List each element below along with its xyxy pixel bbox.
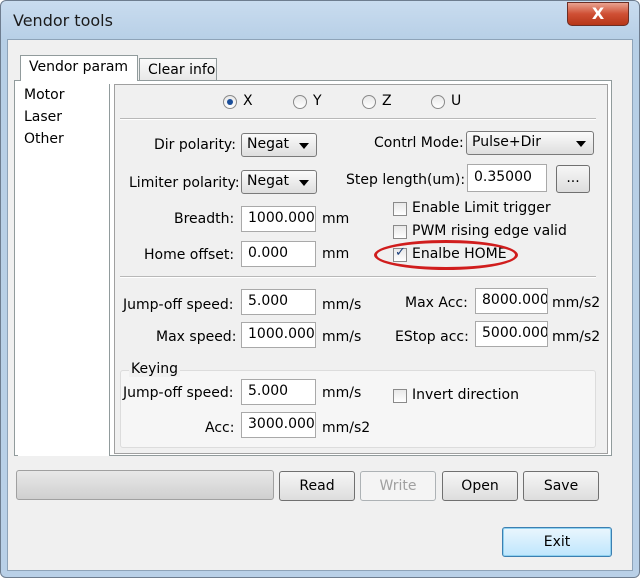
list-item-motor[interactable]: Motor bbox=[18, 84, 109, 106]
control-mode-label: Contrl Mode: bbox=[374, 135, 464, 151]
dir-polarity-value: Negat bbox=[247, 136, 290, 152]
dir-polarity-label: Dir polarity: bbox=[154, 137, 236, 153]
enable-limit-trigger-checkbox[interactable] bbox=[393, 202, 407, 216]
keying-acc-input[interactable]: 3000.000 bbox=[241, 412, 316, 438]
axis-x-radio[interactable] bbox=[223, 95, 237, 109]
keying-group bbox=[120, 370, 596, 448]
write-button[interactable]: Write bbox=[360, 471, 436, 501]
step-length-label: Step length(um): bbox=[346, 172, 466, 188]
max-speed-label: Max speed: bbox=[156, 329, 237, 345]
control-mode-value: Pulse+Dir bbox=[472, 134, 542, 150]
open-button[interactable]: Open bbox=[442, 471, 518, 501]
breadth-input[interactable]: 1000.000 bbox=[241, 206, 316, 232]
tab-vendor-param[interactable]: Vendor param bbox=[20, 55, 138, 81]
jump-off-speed-unit: mm/s bbox=[322, 297, 362, 313]
axis-z-label: Z bbox=[382, 93, 392, 109]
estop-acc-input[interactable]: 5000.000 bbox=[475, 321, 548, 347]
step-length-browse-button[interactable]: ... bbox=[556, 165, 590, 193]
max-speed-input[interactable]: 1000.000 bbox=[241, 322, 316, 348]
close-icon: X bbox=[591, 4, 605, 23]
keying-acc-label: Acc: bbox=[205, 420, 235, 436]
save-button[interactable]: Save bbox=[523, 471, 599, 501]
estop-acc-unit: mm/s2 bbox=[552, 329, 601, 345]
axis-z-radio[interactable] bbox=[362, 95, 376, 109]
limiter-polarity-select[interactable]: Negat bbox=[241, 170, 317, 194]
exit-button[interactable]: Exit bbox=[502, 527, 612, 557]
divider bbox=[120, 118, 596, 120]
jump-off-speed-label: Jump-off speed: bbox=[123, 297, 234, 313]
keying-group-label: Keying bbox=[129, 361, 181, 377]
list-item-laser[interactable]: Laser bbox=[18, 106, 109, 128]
estop-acc-label: EStop acc: bbox=[395, 329, 469, 345]
category-list: Motor Laser Other bbox=[18, 84, 110, 456]
home-offset-label: Home offset: bbox=[144, 247, 235, 263]
dir-polarity-select[interactable]: Negat bbox=[241, 133, 317, 157]
home-offset-input[interactable]: 0.000 bbox=[241, 241, 316, 267]
tab-clear-info[interactable]: Clear info bbox=[139, 58, 217, 80]
step-length-input[interactable]: 0.35000 bbox=[467, 164, 547, 192]
chevron-down-icon bbox=[299, 143, 309, 149]
axis-x-label: X bbox=[243, 93, 253, 109]
progress-bar bbox=[16, 470, 274, 500]
close-button[interactable]: X bbox=[567, 2, 629, 26]
axis-u-radio[interactable] bbox=[431, 95, 445, 109]
breadth-label: Breadth: bbox=[174, 211, 235, 227]
chevron-down-icon bbox=[576, 141, 586, 147]
max-acc-input[interactable]: 8000.000 bbox=[475, 288, 548, 314]
breadth-unit: mm bbox=[322, 211, 350, 227]
limiter-polarity-label: Limiter polarity: bbox=[129, 175, 240, 191]
axis-u-label: U bbox=[451, 93, 462, 109]
keying-jump-off-unit: mm/s bbox=[322, 385, 362, 401]
jump-off-speed-input[interactable]: 5.000 bbox=[241, 289, 316, 315]
axis-y-radio[interactable] bbox=[293, 95, 307, 109]
window-title: Vendor tools bbox=[13, 11, 113, 30]
chevron-down-icon bbox=[299, 180, 309, 186]
keying-jump-off-label: Jump-off speed: bbox=[123, 385, 234, 401]
max-speed-unit: mm/s bbox=[322, 329, 362, 345]
pwm-rising-edge-label: PWM rising edge valid bbox=[412, 223, 567, 239]
divider bbox=[120, 276, 596, 278]
keying-acc-unit: mm/s2 bbox=[322, 420, 371, 436]
axis-y-label: Y bbox=[313, 93, 322, 109]
keying-jump-off-input[interactable]: 5.000 bbox=[241, 379, 316, 405]
read-button[interactable]: Read bbox=[279, 471, 355, 501]
invert-direction-checkbox[interactable] bbox=[393, 389, 407, 403]
max-acc-unit: mm/s2 bbox=[552, 295, 601, 311]
enable-limit-trigger-label: Enable Limit trigger bbox=[412, 200, 551, 216]
invert-direction-label: Invert direction bbox=[412, 387, 519, 403]
max-acc-label: Max Acc: bbox=[405, 295, 468, 311]
list-item-other[interactable]: Other bbox=[18, 128, 109, 150]
pwm-rising-edge-checkbox[interactable] bbox=[393, 225, 407, 239]
control-mode-select[interactable]: Pulse+Dir bbox=[466, 131, 594, 155]
highlight-annotation bbox=[374, 240, 518, 270]
home-offset-unit: mm bbox=[322, 246, 350, 262]
limiter-polarity-value: Negat bbox=[247, 173, 290, 189]
